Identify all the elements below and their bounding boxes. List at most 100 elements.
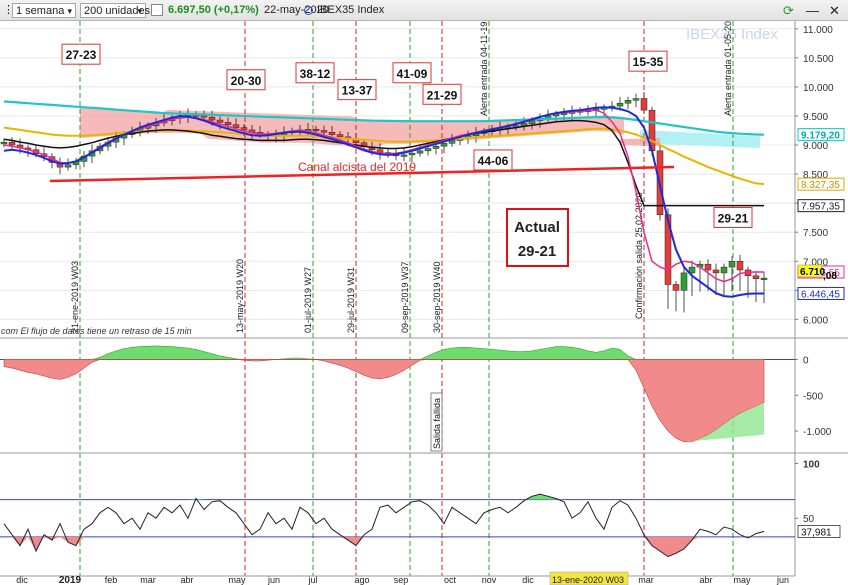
time-axis-label-10: oct <box>444 575 457 585</box>
candle-body-40 <box>320 130 328 133</box>
candle-body-53 <box>424 148 432 152</box>
candle-body-80 <box>640 98 648 111</box>
annotation-label-5: 21-29 <box>427 88 458 102</box>
macd-tick-label-0: 0 <box>803 355 809 366</box>
macd-tick-label-1: -500 <box>803 391 823 402</box>
candle-body-84 <box>672 284 680 291</box>
osc-tick-label-0: 100 <box>803 459 820 470</box>
annotation-label-7: 15-35 <box>633 55 664 69</box>
signal-label-5: 30-sep-2019 W40 <box>432 261 442 333</box>
candle-body-77 <box>616 102 624 107</box>
annotation-label-2: 38-12 <box>300 67 331 81</box>
annotation-label-1: 20-30 <box>231 74 262 88</box>
time-axis-label-4: abr <box>180 575 193 585</box>
chart-toolbar: ⋮ 1 semana 200 unidades 6.697,50 (+0,17%… <box>0 0 848 21</box>
candle-body-0 <box>0 141 8 145</box>
candle-body-27 <box>216 119 224 123</box>
signal-label-6: Alerta entrada 04-11-19 <box>479 22 489 116</box>
time-axis-label-12: dic <box>522 575 534 585</box>
candle-body-54 <box>432 145 440 149</box>
time-axis-label-14: mar <box>638 575 654 585</box>
signal-label-3: 29-jul-2019 W31 <box>346 267 356 333</box>
macd-tick-label-2: -1.000 <box>803 427 832 438</box>
data-delay-note: com El flujo de datos tiene un retraso d… <box>1 326 192 336</box>
price-tick-label-10: 6.000 <box>803 315 828 326</box>
candle-body-78 <box>624 100 632 104</box>
candle-body-55 <box>440 143 448 147</box>
candle-body-79 <box>632 98 640 101</box>
annotation-label-6: 44-06 <box>478 154 509 168</box>
signal-label-1: 13-may-2019 W20 <box>235 259 245 333</box>
annotation-label-4: 41-09 <box>397 67 428 81</box>
time-axis-label-5: may <box>228 575 246 585</box>
candle-body-8 <box>64 164 72 168</box>
osc-tick-label-1: 50 <box>803 514 815 525</box>
candle-body-50 <box>400 154 408 157</box>
annotation-label-8: 29-21 <box>718 211 749 225</box>
close-icon[interactable]: ✕ <box>829 3 840 18</box>
time-axis-label-17: jun <box>776 575 789 585</box>
signal-label-2: 01-jul-2019 W27 <box>303 267 313 333</box>
actual-box-line1: Actual <box>514 219 560 236</box>
minimize-icon[interactable]: — <box>806 3 819 18</box>
price-tag-label-2: 7.957,35 <box>801 202 840 213</box>
chart-canvas: IBEX35 Index 21-ene-2019 W03 13-may-2019 … <box>0 21 848 585</box>
candle-body-89 <box>712 269 720 274</box>
price-tick-label-3: 9.500 <box>803 112 828 123</box>
signal-label-0: 21-ene-2019 W03 <box>70 261 80 333</box>
candle-body-28 <box>224 122 232 125</box>
time-axis-label-1: 2019 <box>59 575 82 585</box>
candle-body-41 <box>328 132 336 135</box>
candle-body-51 <box>408 152 416 156</box>
price-tick-label-1: 10.500 <box>803 54 834 65</box>
candle-body-1 <box>8 141 16 146</box>
time-axis-label-7: jul <box>307 575 317 585</box>
time-axis-label-15: abr <box>699 575 712 585</box>
candle-body-85 <box>680 272 688 291</box>
time-axis-label-11: nov <box>482 575 497 585</box>
current-price-tag-text: 6.710 <box>800 267 825 278</box>
chart-background <box>0 21 848 585</box>
time-axis-label-8: ago <box>354 575 369 585</box>
osc-tag-label: 37,981 <box>801 527 832 538</box>
period-select[interactable]: 1 semana <box>12 3 76 19</box>
options-checkbox[interactable] <box>151 4 163 16</box>
candle-body-42 <box>336 134 344 138</box>
price-tick-label-4: 9.000 <box>803 141 828 152</box>
candle-body-26 <box>208 116 216 121</box>
candle-body-29 <box>232 124 240 128</box>
annotation-label-0: 27-23 <box>66 48 97 62</box>
time-axis-label-13: 13-ene-2020 W03 <box>552 575 624 585</box>
time-axis-label-0: dic <box>16 575 28 585</box>
current-price-suffix: ,08 <box>823 271 837 282</box>
price-tick-label-2: 10.000 <box>803 83 834 94</box>
candle-body-52 <box>416 150 424 154</box>
candle-body-90 <box>720 266 728 274</box>
actual-box: Actual 29-21 <box>506 208 569 267</box>
candle-body-95 <box>760 277 768 280</box>
refresh-icon[interactable]: ⟳ <box>783 3 794 18</box>
candle-body-88 <box>704 263 712 271</box>
time-axis-label-9: sep <box>394 575 409 585</box>
symbol-name: IBEX35 Index <box>317 4 385 16</box>
candle-body-91 <box>728 261 736 268</box>
time-axis-label-3: mar <box>140 575 156 585</box>
salida-fallida-label: Salida fallida <box>432 398 442 449</box>
price-tag-label-1: 8.327,35 <box>801 180 840 191</box>
candle-body-30 <box>240 127 248 131</box>
price-tick-label-7: 7.500 <box>803 228 828 239</box>
time-axis-label-16: may <box>733 575 751 585</box>
quote-value: 6.697,50 (+0,17%) <box>168 4 259 16</box>
signal-label-7: Confirmación salida 25.02.2020 <box>634 192 644 319</box>
units-select[interactable]: 200 unidades <box>80 3 150 19</box>
time-axis-label-6: jun <box>267 575 280 585</box>
annotation-label-3: 13-37 <box>342 84 373 98</box>
candle-body-86 <box>688 266 696 274</box>
symbol-circle-icon <box>304 6 313 15</box>
price-tag-label-5: 6.446,45 <box>801 289 840 300</box>
candle-body-92 <box>736 261 744 271</box>
signal-label-4: 09-sep-2019 W37 <box>400 261 410 333</box>
actual-box-line2: 29-21 <box>518 243 556 260</box>
channel-label: Canal alcista del 2019 <box>298 160 416 174</box>
candle-body-39 <box>312 129 320 132</box>
